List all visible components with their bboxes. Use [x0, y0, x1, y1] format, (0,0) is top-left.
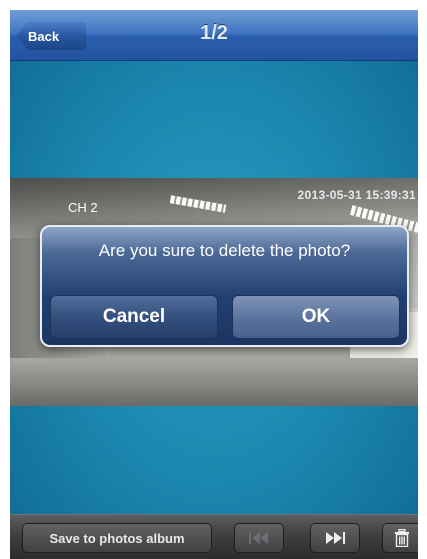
skip-previous-icon	[241, 531, 277, 545]
delete-confirm-dialog: Are you sure to delete the photo? Cancel…	[40, 225, 409, 347]
save-to-album-button[interactable]: Save to photos album	[22, 523, 212, 553]
channel-label: CH 2	[68, 200, 98, 215]
delete-photo-button[interactable]	[382, 523, 418, 553]
cancel-button[interactable]: Cancel	[50, 295, 218, 339]
snapshot-floor	[10, 358, 418, 406]
next-photo-button[interactable]	[310, 523, 360, 553]
timestamp-overlay: 2013-05-31 15:39:31	[297, 188, 416, 202]
trash-icon	[389, 529, 415, 547]
photo-viewer-screen: Back 1/2 CH 2 2013-05-31 15:39:31 Save t…	[10, 10, 418, 559]
dialog-message: Are you sure to delete the photo?	[98, 241, 351, 260]
bottom-toolbar: Save to photos album	[10, 514, 418, 559]
ok-button[interactable]: OK	[232, 295, 400, 339]
skip-next-icon	[317, 531, 353, 545]
page-counter-title: 1/2	[200, 22, 228, 44]
previous-photo-button[interactable]	[234, 523, 284, 553]
navigation-bar: Back 1/2	[10, 10, 418, 61]
